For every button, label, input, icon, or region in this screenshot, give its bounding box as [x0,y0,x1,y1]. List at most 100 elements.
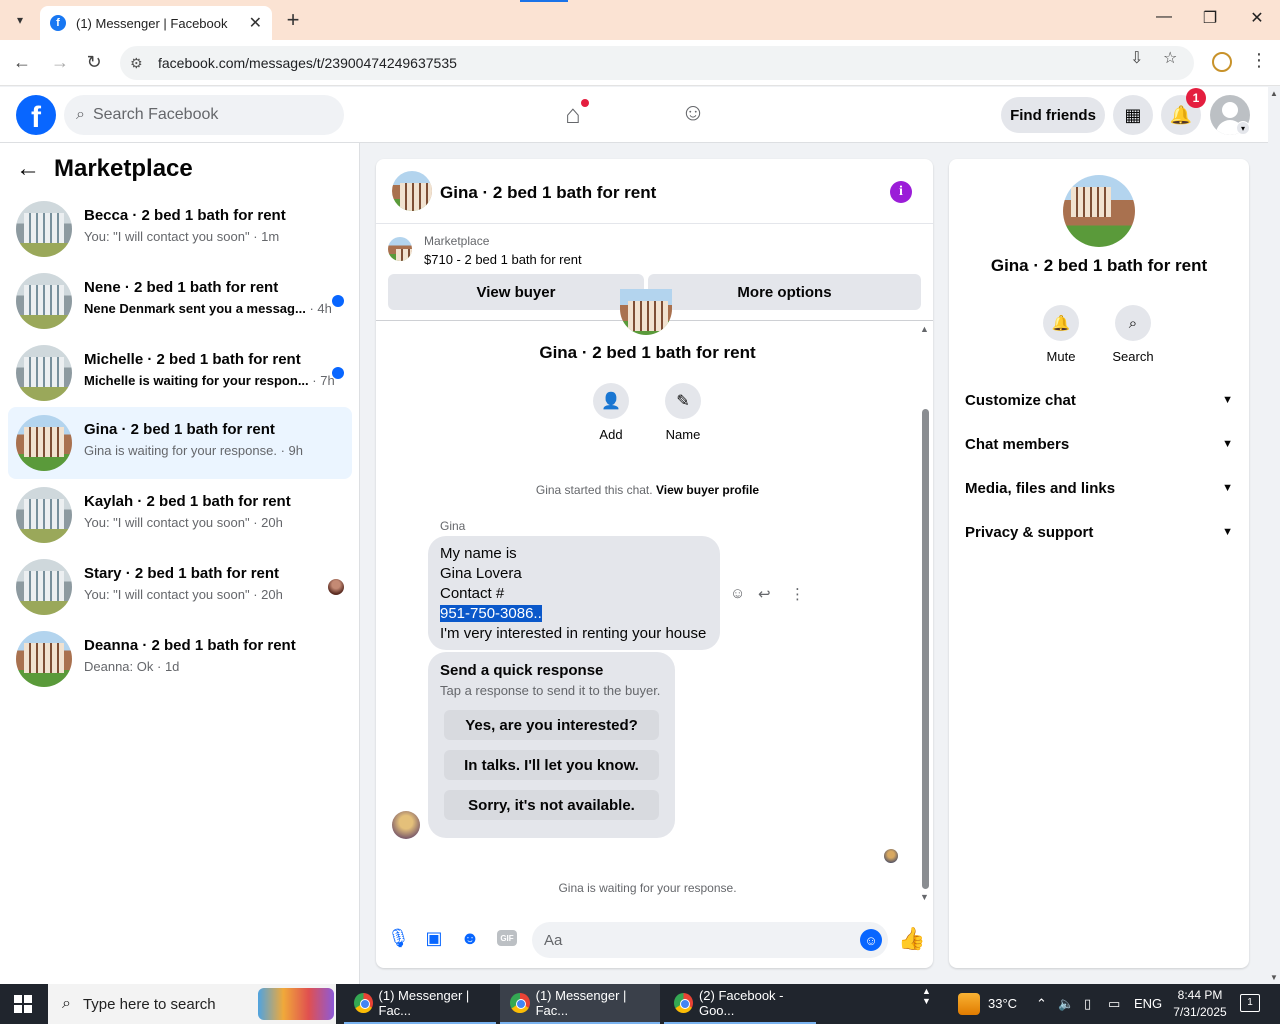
message-bubble[interactable]: My name is Gina Lovera Contact # 951-750… [428,536,720,650]
view-buyer-button[interactable]: View buyer [388,274,644,310]
chat-panel: Gina · 2 bed 1 bath for rent i Marketpla… [376,159,933,968]
quick-response-button[interactable]: Yes, are you interested? [444,710,659,740]
quick-response-button[interactable]: Sorry, it's not available. [444,790,659,820]
gif-icon[interactable]: GIF [497,930,517,946]
sender-name: Gina [440,519,466,533]
conversation-stary[interactable]: Stary · 2 bed 1 bath for rent You: "I wi… [8,551,352,623]
profile-thumbnail [620,289,672,335]
back-button[interactable]: ← [10,52,34,73]
taskbar-search[interactable]: ⌕ Type here to search [48,984,336,1024]
photo-icon[interactable]: ▣ [423,928,445,949]
sender-avatar[interactable] [392,811,420,839]
chat-header: Gina · 2 bed 1 bath for rent i [376,159,933,224]
conversation-michelle[interactable]: Michelle · 2 bed 1 bath for rent Michell… [8,337,352,409]
network-icon[interactable]: ▭ [1108,996,1120,1012]
section-customize-chat[interactable]: Customize chat ▼ [965,386,1233,414]
volume-icon[interactable]: 🔈 [1058,996,1074,1012]
chat-scrollbar[interactable]: ▲ ▼ [919,324,931,902]
taskbar-app-chrome-1[interactable]: (1) Messenger | Fac... [344,984,496,1024]
show-hidden-icons-icon[interactable]: ⌃ [1036,996,1047,1012]
more-icon[interactable]: ⋮ [790,585,805,603]
minimize-button[interactable]: — [1149,8,1179,26]
weather-icon[interactable] [958,993,980,1015]
view-buyer-profile-link[interactable]: View buyer profile [656,483,759,497]
scrollbar-thumb[interactable] [922,409,929,889]
facebook-search-input[interactable]: ⌕ Search Facebook [64,95,344,135]
browser-profile-icon[interactable] [1212,52,1232,72]
back-arrow-icon[interactable]: ← [16,155,40,183]
section-media-files-links[interactable]: Media, files and links ▼ [965,474,1233,502]
forward-button[interactable]: → [48,52,72,73]
listing-large-thumbnail[interactable] [1063,175,1135,247]
bookmark-star-icon[interactable]: ☆ [1163,48,1177,68]
scroll-down-icon[interactable]: ▼ [920,892,929,902]
account-chevron-icon[interactable]: ▾ [1236,121,1250,135]
menu-grid-icon[interactable]: ▦ [1113,95,1153,135]
taskbar-app-chrome-2[interactable]: (1) Messenger | Fac... [500,984,660,1024]
windows-start-icon[interactable] [14,995,32,1013]
taskbar-scroll-icon[interactable]: ▲ ▼ [922,986,931,1006]
clock-time: 8:44 PM [1177,988,1223,1002]
conversation-becca[interactable]: Becca · 2 bed 1 bath for rent You: "I wi… [8,193,352,265]
site-info-icon[interactable]: ⚙ [130,55,152,72]
conversation-name: Gina · 2 bed 1 bath for rent [84,421,275,438]
conversation-kaylah[interactable]: Kaylah · 2 bed 1 bath for rent You: "I w… [8,479,352,551]
conversation-preview: You: "I will contact you soon" · 20h [84,515,283,530]
conversation-name: Kaylah · 2 bed 1 bath for rent [84,493,291,510]
add-person-icon: 👤 [593,383,629,419]
listing-thumbnail [16,273,72,329]
loading-indicator [520,0,568,2]
groups-icon[interactable]: ☺ [678,99,708,129]
mute-action[interactable]: 🔔 Mute [1031,305,1091,364]
conversation-gina[interactable]: Gina · 2 bed 1 bath for rent Gina is wai… [8,407,352,479]
listing-thumbnail [16,559,72,615]
new-tab-button[interactable]: + [282,8,304,32]
microphone-icon[interactable]: 🎙 [387,928,410,949]
selected-phone-number[interactable]: 951-750-3086.. [440,605,542,622]
more-options-button[interactable]: More options [648,274,921,310]
add-action[interactable]: 👤 Add [581,383,641,442]
tab-search-chevron-icon[interactable]: ▾ [6,8,34,32]
scroll-down-icon[interactable]: ▼ [1270,973,1278,982]
facebook-logo[interactable]: f [16,95,56,135]
taskbar-app-chrome-3[interactable]: (2) Facebook - Goo... [664,984,816,1024]
scroll-up-icon[interactable]: ▲ [920,324,929,334]
search-action[interactable]: ⌕ Search [1103,305,1163,364]
notification-center-icon[interactable]: 1 [1240,994,1260,1012]
quick-response-button[interactable]: In talks. I'll let you know. [444,750,659,780]
emoji-icon[interactable]: ☺ [860,929,882,951]
install-app-icon[interactable]: ⇩ [1130,48,1143,68]
reply-icon[interactable]: ↩ [758,585,771,603]
chat-thumbnail[interactable] [392,171,432,211]
section-label: Privacy & support [965,523,1094,541]
mute-label: Mute [1046,349,1076,364]
scroll-up-icon[interactable]: ▲ [1270,89,1278,98]
info-icon[interactable]: i [890,181,912,203]
thumbs-up-icon[interactable]: 👍 [898,926,925,952]
browser-menu-icon[interactable]: ⋮ [1250,50,1268,71]
chevron-down-icon: ▼ [1222,438,1233,450]
restore-button[interactable]: ❐ [1195,8,1225,28]
section-privacy-support[interactable]: Privacy & support ▼ [965,518,1233,546]
reload-button[interactable]: ↻ [82,52,106,73]
find-friends-button[interactable]: Find friends [1001,97,1105,133]
react-icon[interactable]: ☺ [730,585,745,602]
conversation-deanna[interactable]: Deanna · 2 bed 1 bath for rent Deanna: O… [8,623,352,695]
name-action[interactable]: ✎ Name [653,383,713,442]
section-chat-members[interactable]: Chat members ▼ [965,430,1233,458]
battery-icon[interactable]: ▯ [1084,996,1091,1012]
seen-avatar [328,579,344,595]
message-input[interactable]: Aa [532,922,888,958]
browser-tab-messenger[interactable]: f (1) Messenger | Facebook ✕ [40,6,272,40]
conversation-info-panel: Gina · 2 bed 1 bath for rent 🔔 Mute ⌕ Se… [949,159,1249,968]
tab-close-icon[interactable]: ✕ [249,13,262,33]
page-scrollbar[interactable]: ▲ ▼ [1268,87,1280,984]
listing-title[interactable]: $710 - 2 bed 1 bath for rent [424,252,582,267]
input-language[interactable]: ENG [1134,996,1162,1011]
system-clock[interactable]: 8:44 PM 7/31/2025 [1170,987,1230,1021]
sticker-icon[interactable]: ☻ [459,928,481,949]
conversation-nene[interactable]: Nene · 2 bed 1 bath for rent Nene Denmar… [8,265,352,337]
address-bar[interactable]: ⚙ facebook.com/messages/t/23900474249637… [120,46,1194,80]
close-window-button[interactable]: ✕ [1242,8,1272,28]
temperature[interactable]: 33°C [988,996,1017,1011]
